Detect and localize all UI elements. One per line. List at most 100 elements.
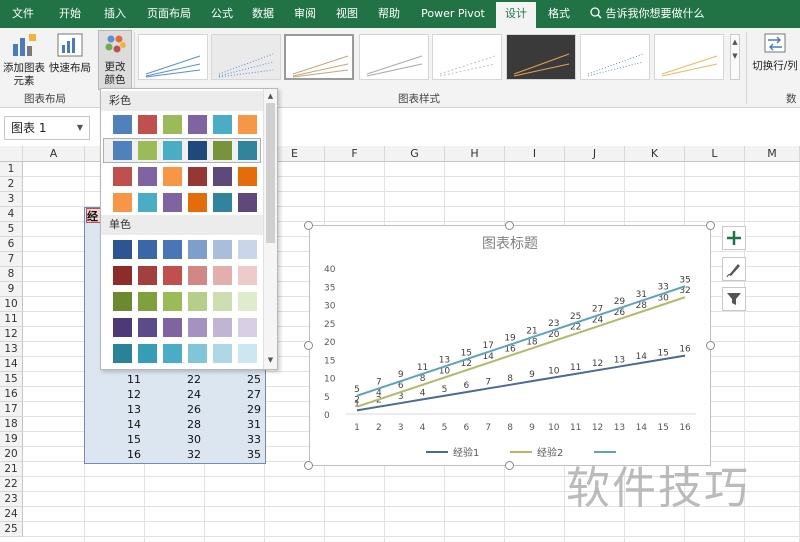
monochrome-palette-swatch[interactable] <box>238 240 257 259</box>
table-cell[interactable]: 30 <box>145 432 205 447</box>
row-header[interactable]: 23 <box>0 492 23 507</box>
gallery-scroll[interactable]: ▲ ▼ <box>730 34 740 80</box>
switch-row-column-button[interactable]: 切换行/列 <box>750 32 800 73</box>
colorful-palette-swatch[interactable] <box>163 167 182 186</box>
chart-elements-button[interactable] <box>722 226 746 250</box>
table-cell[interactable]: 29 <box>205 402 265 417</box>
colorful-palette-swatch[interactable] <box>188 115 207 134</box>
colorful-palette-swatch[interactable] <box>188 141 207 160</box>
row-header[interactable]: 13 <box>0 342 23 357</box>
monochrome-palette-swatch[interactable] <box>213 344 232 363</box>
column-header[interactable]: J <box>565 146 625 162</box>
monochrome-palette-swatch[interactable] <box>213 240 232 259</box>
table-cell[interactable]: 25 <box>205 372 265 387</box>
legend-entry[interactable]: 经验1 <box>453 446 479 459</box>
tab-data[interactable]: 数据 <box>242 0 284 28</box>
tab-design[interactable]: 设计 <box>496 0 536 28</box>
change-colors-button[interactable]: 更改 颜色 <box>98 30 132 90</box>
row-header[interactable]: 24 <box>0 507 23 522</box>
monochrome-palette-swatch[interactable] <box>138 266 157 285</box>
monochrome-palette-swatch[interactable] <box>213 266 232 285</box>
row-header[interactable]: 1 <box>0 162 23 177</box>
row-header[interactable]: 6 <box>0 237 23 252</box>
table-cell[interactable]: 13 <box>85 402 145 417</box>
add-chart-element-button[interactable]: 添加图表 元素 <box>2 32 46 88</box>
table-cell[interactable]: 16 <box>85 447 145 462</box>
column-header[interactable]: G <box>385 146 445 162</box>
tab-formulas[interactable]: 公式 <box>202 0 242 28</box>
row-header[interactable]: 18 <box>0 417 23 432</box>
chart-resize-handle[interactable] <box>505 221 514 230</box>
column-header[interactable]: F <box>325 146 385 162</box>
scrollbar-thumb[interactable] <box>266 103 275 243</box>
tab-home[interactable]: 开始 <box>46 0 94 28</box>
colorful-palette-swatch[interactable] <box>188 193 207 212</box>
table-cell[interactable]: 22 <box>145 372 205 387</box>
monochrome-palette-swatch[interactable] <box>163 292 182 311</box>
monochrome-palette-swatch[interactable] <box>238 292 257 311</box>
table-cell[interactable]: 28 <box>145 417 205 432</box>
column-header[interactable]: I <box>505 146 565 162</box>
tab-page-layout[interactable]: 页面布局 <box>136 0 202 28</box>
tab-help[interactable]: 帮助 <box>368 0 410 28</box>
table-cell[interactable]: 26 <box>145 402 205 417</box>
tell-me-box[interactable]: 告诉我你想要做什么 <box>590 0 705 28</box>
table-cell[interactable]: 32 <box>145 447 205 462</box>
colorful-palette-swatch[interactable] <box>238 141 257 160</box>
dropdown-scrollbar[interactable]: ▲ ▼ <box>263 89 277 369</box>
monochrome-palette-swatch[interactable] <box>138 240 157 259</box>
row-header[interactable]: 3 <box>0 192 23 207</box>
monochrome-palette-swatch[interactable] <box>238 318 257 337</box>
tab-power-pivot[interactable]: Power Pivot <box>410 0 496 28</box>
monochrome-palette-swatch[interactable] <box>113 266 132 285</box>
chart-styles-button[interactable] <box>722 257 746 281</box>
table-cell[interactable]: 33 <box>205 432 265 447</box>
quick-layout-button[interactable]: 快速布局 <box>48 32 92 75</box>
row-header[interactable]: 11 <box>0 312 23 327</box>
series-line[interactable] <box>356 285 686 397</box>
table-cell[interactable]: 35 <box>205 447 265 462</box>
column-header[interactable]: L <box>685 146 745 162</box>
row-header[interactable]: 10 <box>0 297 23 312</box>
colorful-palette-swatch[interactable] <box>113 141 132 160</box>
tab-review[interactable]: 审阅 <box>284 0 326 28</box>
monochrome-palette-swatch[interactable] <box>163 240 182 259</box>
monochrome-palette-swatch[interactable] <box>238 266 257 285</box>
row-header[interactable]: 12 <box>0 327 23 342</box>
table-cell[interactable]: 14 <box>85 417 145 432</box>
chart-resize-handle[interactable] <box>304 221 313 230</box>
monochrome-palette-swatch[interactable] <box>113 292 132 311</box>
colorful-palette-swatch[interactable] <box>138 115 157 134</box>
chevron-down-icon[interactable]: ▼ <box>77 117 83 139</box>
colorful-palette-swatch[interactable] <box>238 115 257 134</box>
column-header[interactable]: H <box>445 146 505 162</box>
row-header[interactable]: 7 <box>0 252 23 267</box>
table-cell[interactable]: 27 <box>205 387 265 402</box>
monochrome-palette-swatch[interactable] <box>113 240 132 259</box>
monochrome-palette-swatch[interactable] <box>163 318 182 337</box>
scroll-up-icon[interactable]: ▲ <box>266 91 275 101</box>
colorful-palette-swatch[interactable] <box>213 115 232 134</box>
scroll-down-icon[interactable]: ▼ <box>266 355 275 365</box>
chart-resize-handle[interactable] <box>505 461 514 470</box>
series-line[interactable] <box>356 354 686 412</box>
row-header[interactable]: 19 <box>0 432 23 447</box>
row-header[interactable]: 17 <box>0 402 23 417</box>
select-all-corner[interactable] <box>0 146 23 162</box>
row-header[interactable]: 20 <box>0 447 23 462</box>
colorful-palette-swatch[interactable] <box>213 167 232 186</box>
colorful-palette-swatch[interactable] <box>163 193 182 212</box>
colorful-palette-swatch[interactable] <box>213 193 232 212</box>
column-header[interactable]: A <box>23 146 85 162</box>
column-header[interactable]: K <box>625 146 685 162</box>
table-cell[interactable]: 24 <box>145 387 205 402</box>
monochrome-palette-swatch[interactable] <box>138 344 157 363</box>
monochrome-palette-swatch[interactable] <box>188 318 207 337</box>
tab-view[interactable]: 视图 <box>326 0 368 28</box>
colorful-palette-swatch[interactable] <box>113 115 132 134</box>
colorful-palette-swatch[interactable] <box>163 115 182 134</box>
monochrome-palette-swatch[interactable] <box>188 266 207 285</box>
row-header[interactable]: 22 <box>0 477 23 492</box>
row-header[interactable]: 16 <box>0 387 23 402</box>
column-header[interactable]: M <box>745 146 800 162</box>
